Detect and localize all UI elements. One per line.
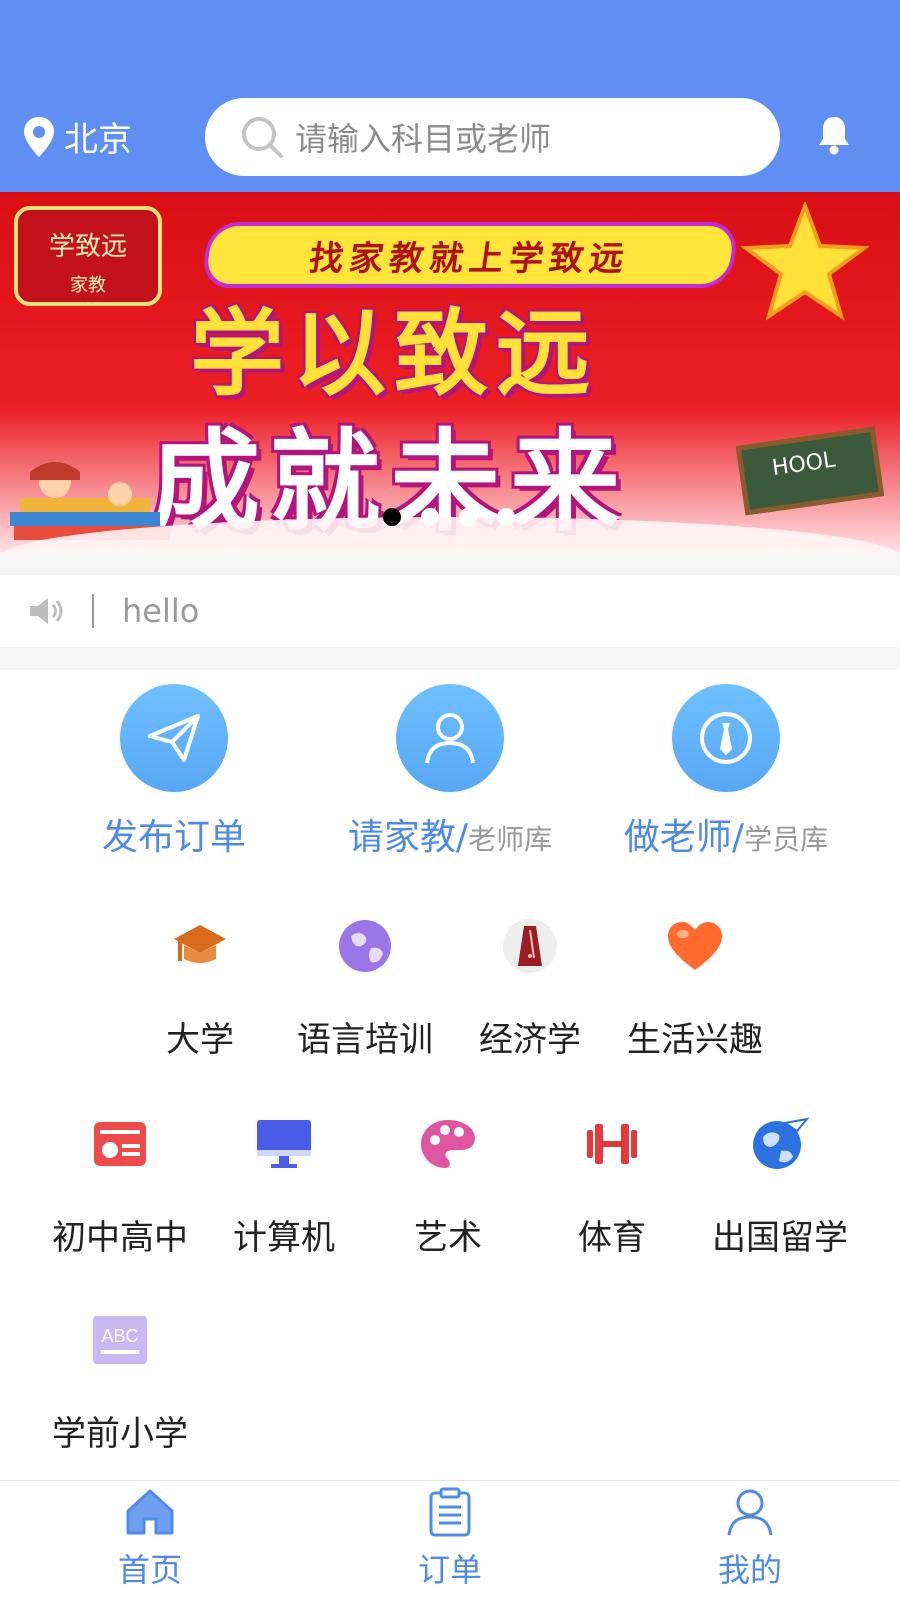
action-icon-circle bbox=[396, 684, 504, 792]
category-computer[interactable]: 计算机 bbox=[204, 1114, 364, 1259]
graduation-cap-icon bbox=[174, 925, 226, 963]
category-name: 计算机 bbox=[233, 1218, 335, 1258]
bell-icon[interactable] bbox=[816, 114, 852, 156]
tab-profile[interactable]: 我的 bbox=[670, 1487, 830, 1591]
carousel-indicator[interactable] bbox=[383, 508, 535, 526]
category-name: 体育 bbox=[578, 1218, 646, 1258]
clipboard-icon bbox=[429, 1487, 471, 1537]
category-preschool-primary[interactable]: ABC 学前小学 bbox=[40, 1310, 200, 1455]
action-sublabel: 老师库 bbox=[468, 823, 553, 856]
home-icon bbox=[126, 1489, 174, 1535]
action-label: 发布订单 bbox=[101, 817, 246, 858]
action-label: 请家教/ bbox=[347, 817, 469, 858]
heart-icon bbox=[668, 922, 722, 970]
teacher-person-icon bbox=[425, 713, 475, 764]
category-hobbies[interactable]: 生活兴趣 bbox=[615, 916, 775, 1061]
become-teacher-button[interactable]: 做老师/学员库 bbox=[576, 684, 876, 860]
category-art[interactable]: 艺术 bbox=[368, 1114, 528, 1259]
id-card-icon bbox=[94, 1122, 146, 1166]
action-label: 做老师/ bbox=[623, 817, 745, 858]
category-grid: 大学 语言培训 经济学 生活兴趣 初中高中 计算机 艺术 体育 出国留学 ABC… bbox=[0, 866, 900, 1480]
search-input[interactable]: 请输入科目或老师 bbox=[205, 98, 780, 176]
tab-home[interactable]: 首页 bbox=[70, 1487, 230, 1591]
divider bbox=[92, 594, 94, 628]
category-sports[interactable]: 体育 bbox=[532, 1114, 692, 1259]
earth-plane-icon bbox=[753, 1117, 809, 1169]
metronome-icon bbox=[503, 919, 557, 973]
star-decoration bbox=[740, 202, 870, 321]
speaker-icon bbox=[30, 598, 63, 624]
publish-order-button[interactable]: 发布订单 bbox=[24, 684, 324, 860]
announcement-text: hello bbox=[122, 592, 200, 630]
svg-text:ABC: ABC bbox=[101, 1326, 138, 1346]
action-sublabel: 学员库 bbox=[744, 823, 829, 856]
paper-plane-icon bbox=[148, 714, 200, 762]
action-icon-circle bbox=[672, 684, 780, 792]
category-name: 生活兴趣 bbox=[627, 1020, 763, 1060]
search-placeholder: 请输入科目或老师 bbox=[295, 120, 552, 158]
category-middle-high-school[interactable]: 初中高中 bbox=[40, 1114, 200, 1259]
monitor-icon bbox=[257, 1120, 311, 1168]
category-study-abroad[interactable]: 出国留学 bbox=[700, 1114, 860, 1259]
carousel-dot[interactable] bbox=[383, 508, 401, 526]
category-university[interactable]: 大学 bbox=[120, 916, 280, 1061]
top-header: 北京 请输入科目或老师 bbox=[0, 0, 900, 192]
category-language[interactable]: 语言培训 bbox=[285, 916, 445, 1061]
user-icon bbox=[727, 1489, 773, 1536]
category-name: 大学 bbox=[166, 1020, 234, 1060]
action-icon-circle bbox=[120, 684, 228, 792]
carousel-dot[interactable] bbox=[421, 508, 439, 526]
globe-icon bbox=[339, 920, 391, 972]
category-name: 经济学 bbox=[479, 1020, 581, 1060]
category-economics[interactable]: 经济学 bbox=[450, 916, 610, 1061]
category-name: 初中高中 bbox=[52, 1218, 188, 1258]
primary-actions: 发布订单 请家教/老师库 做老师/学员库 bbox=[0, 670, 900, 866]
category-name: 学前小学 bbox=[52, 1414, 188, 1454]
palette-icon bbox=[421, 1120, 475, 1168]
dumbbell-icon bbox=[587, 1124, 637, 1164]
location-label: 北京 bbox=[64, 120, 132, 160]
carousel-dot[interactable] bbox=[459, 508, 477, 526]
search-icon bbox=[242, 117, 283, 158]
abc-icon: ABC bbox=[93, 1316, 147, 1364]
tab-orders[interactable]: 订单 bbox=[370, 1487, 530, 1591]
announcement-bar[interactable]: hello bbox=[0, 575, 900, 647]
tab-label: 首页 bbox=[117, 1551, 182, 1589]
bottom-tab-bar: 首页 订单 我的 bbox=[0, 1480, 900, 1600]
tab-label: 订单 bbox=[417, 1551, 482, 1589]
category-name: 艺术 bbox=[414, 1218, 482, 1258]
chalkboard-decoration: HOOL bbox=[735, 426, 885, 516]
category-name: 出国留学 bbox=[712, 1218, 848, 1258]
promo-banner[interactable]: 学致远 家教 找家教就上学致远 学以致远 成就未来 HOOL bbox=[0, 192, 900, 552]
banner-logo: 学致远 家教 bbox=[14, 206, 162, 306]
location-pin-icon bbox=[24, 116, 54, 157]
category-name: 语言培训 bbox=[297, 1020, 433, 1060]
hire-tutor-button[interactable]: 请家教/老师库 bbox=[300, 684, 600, 860]
tab-label: 我的 bbox=[717, 1551, 782, 1589]
carousel-dot[interactable] bbox=[497, 508, 515, 526]
tie-badge-icon bbox=[700, 712, 752, 764]
location-selector[interactable]: 北京 bbox=[22, 112, 132, 161]
